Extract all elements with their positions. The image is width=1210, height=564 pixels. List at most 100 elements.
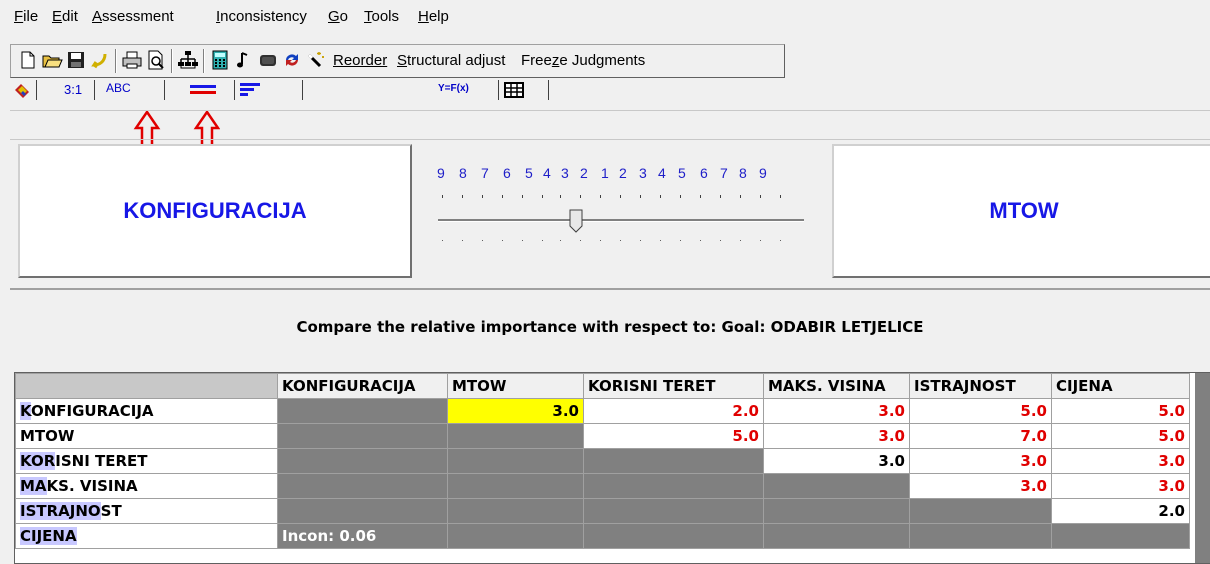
matrix-header-row: KONFIGURACIJA MTOW KORISNI TERET MAKS. V…: [15, 373, 1190, 399]
menu-inconsistency[interactable]: Inconsistency: [216, 8, 307, 25]
matrix-cell[interactable]: 5.0: [1051, 423, 1190, 449]
tab-function[interactable]: Y=F(x): [410, 80, 499, 100]
matrix-cell[interactable]: 3.0: [909, 448, 1052, 474]
table-row: MTOW 5.0 3.0 7.0 5.0: [15, 423, 1190, 449]
menu-go[interactable]: Go: [328, 8, 348, 25]
scale-label: 5: [525, 165, 533, 181]
matrix-cell: [763, 498, 910, 524]
row-header[interactable]: KORISNI TERET: [15, 448, 278, 474]
matrix-cell: [277, 473, 448, 499]
matrix-cell: [447, 423, 584, 449]
toolbar: Reorder Structural adjust Freeze Judgmen…: [10, 44, 785, 78]
hierarchy-icon[interactable]: [177, 49, 199, 71]
print-icon[interactable]: [121, 49, 143, 71]
top-strip: [10, 110, 1210, 140]
tab-verbal[interactable]: ABC: [100, 80, 165, 100]
matrix-cell: [277, 498, 448, 524]
judgment-slider[interactable]: [430, 190, 810, 250]
table-row: KONFIGURACIJA 3.0 2.0 3.0 5.0 5.0: [15, 398, 1190, 424]
matrix-cell: [447, 523, 584, 549]
column-header[interactable]: MTOW: [447, 373, 584, 399]
column-header[interactable]: KONFIGURACIJA: [277, 373, 448, 399]
menu-tools[interactable]: Tools: [364, 8, 399, 25]
tab-numerical[interactable]: 3:1: [46, 80, 95, 100]
bars-icon: [240, 83, 260, 96]
column-header[interactable]: ISTRAJNOST: [909, 373, 1052, 399]
matrix-cell: [1051, 523, 1190, 549]
scale-label: 6: [700, 165, 708, 181]
menu-edit[interactable]: Edit: [52, 8, 78, 25]
column-header[interactable]: MAKS. VISINA: [763, 373, 910, 399]
table-row: MAKS. VISINA 3.0 3.0: [15, 473, 1190, 499]
matrix-cell[interactable]: 2.0: [1051, 498, 1190, 524]
structural-adjust-button[interactable]: Structural adjust: [397, 52, 505, 69]
calculator-icon[interactable]: [209, 49, 231, 71]
matrix-cell: [447, 498, 584, 524]
paint-bucket-icon: [15, 84, 29, 98]
tab-function-label: Y=F(x): [438, 83, 469, 94]
matrix-cell[interactable]: 5.0: [583, 423, 764, 449]
left-element-name: KONFIGURACIJA: [123, 198, 307, 223]
matrix-cell[interactable]: 3.0: [763, 423, 910, 449]
scale-label: 2: [619, 165, 627, 181]
row-header[interactable]: ISTRAJNOST: [15, 498, 278, 524]
matrix-cell[interactable]: 5.0: [1051, 398, 1190, 424]
matrix-cell: [763, 523, 910, 549]
screen-icon[interactable]: [257, 49, 279, 71]
matrix-cell[interactable]: 3.0: [909, 473, 1052, 499]
scale-label: 7: [720, 165, 728, 181]
reorder-button[interactable]: Reorder: [333, 52, 387, 69]
scale-label: 9: [437, 165, 445, 181]
column-header[interactable]: CIJENA: [1051, 373, 1190, 399]
scale-label: 6: [503, 165, 511, 181]
new-file-icon[interactable]: [17, 49, 39, 71]
menu-help[interactable]: Help: [418, 8, 449, 25]
music-note-icon[interactable]: [233, 49, 255, 71]
table-row: KORISNI TERET 3.0 3.0 3.0: [15, 448, 1190, 474]
tab-questionnaire[interactable]: [170, 80, 235, 100]
scale-label: 9: [759, 165, 767, 181]
scale-label: 7: [481, 165, 489, 181]
grid-table-icon: [504, 82, 524, 98]
matrix-cell[interactable]: 3.0: [1051, 473, 1190, 499]
scale-labels: 9 8 7 6 5 4 3 2 1 2 3 4 5 6 7 8 9: [437, 165, 817, 185]
save-disk-icon[interactable]: [65, 49, 87, 71]
matrix-cell[interactable]: 2.0: [583, 398, 764, 424]
double-bar-icon: [190, 85, 216, 94]
menu-assessment[interactable]: Assessment: [92, 8, 174, 25]
matrix-right-gutter: [1195, 373, 1210, 563]
print-preview-icon[interactable]: [145, 49, 167, 71]
inconsistency-ratio: Incon: 0.06: [277, 523, 448, 549]
comparison-prompt: Compare the relative importance with res…: [296, 318, 924, 336]
matrix-cell: [277, 448, 448, 474]
matrix-cell[interactable]: 3.0: [763, 398, 910, 424]
magic-wand-icon[interactable]: [305, 49, 327, 71]
row-header[interactable]: CIJENA: [15, 523, 278, 549]
open-folder-icon[interactable]: [41, 49, 63, 71]
scale-label: 8: [459, 165, 467, 181]
matrix-cell-selected[interactable]: 3.0: [447, 398, 584, 424]
scale-label: 3: [561, 165, 569, 181]
row-header[interactable]: MAKS. VISINA: [15, 473, 278, 499]
left-element-box[interactable]: KONFIGURACIJA: [18, 144, 412, 278]
tab-graphical[interactable]: [10, 80, 37, 100]
tab-priorities[interactable]: [240, 80, 303, 100]
refresh-icon[interactable]: [281, 49, 303, 71]
matrix-cell[interactable]: 5.0: [909, 398, 1052, 424]
freeze-judgments-button[interactable]: Freeze Judgments: [521, 52, 645, 69]
tab-matrix[interactable]: [504, 80, 549, 100]
matrix-cell[interactable]: 3.0: [763, 448, 910, 474]
matrix-cell[interactable]: 7.0: [909, 423, 1052, 449]
menu-file[interactable]: File: [14, 8, 38, 25]
matrix-cell[interactable]: 3.0: [1051, 448, 1190, 474]
row-header[interactable]: KONFIGURACIJA: [15, 398, 278, 424]
undo-icon[interactable]: [89, 49, 111, 71]
table-row: ISTRAJNOST 2.0: [15, 498, 1190, 524]
slider-thumb[interactable]: [569, 209, 583, 233]
right-element-box[interactable]: MTOW: [832, 144, 1210, 278]
column-header[interactable]: KORISNI TERET: [583, 373, 764, 399]
scale-label: 8: [739, 165, 747, 181]
row-header[interactable]: MTOW: [15, 423, 278, 449]
matrix-cell: [583, 448, 764, 474]
prompt-panel: Compare the relative importance with res…: [10, 288, 1210, 362]
